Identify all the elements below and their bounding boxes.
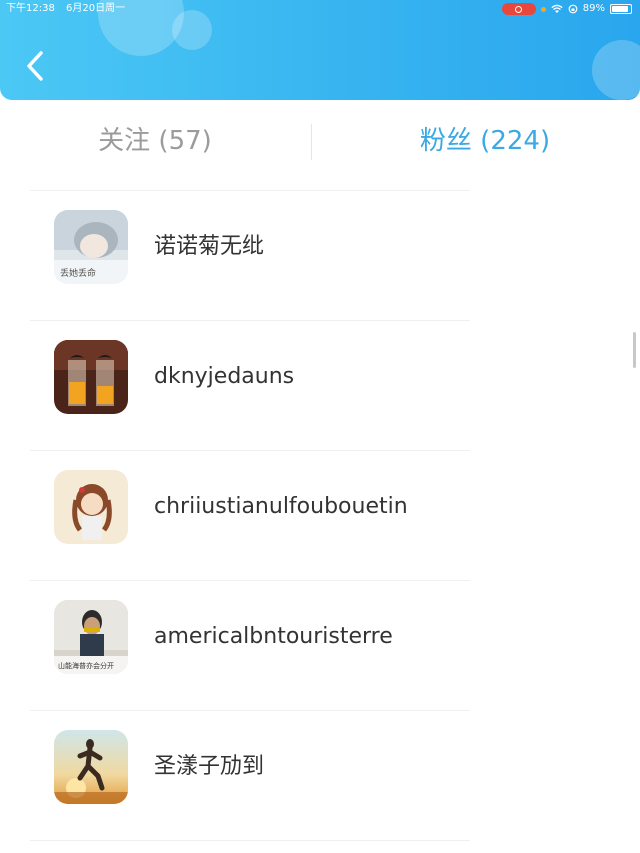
list-item[interactable]: chriiustianulfoubouetin [0,450,640,580]
avatar[interactable] [54,730,128,804]
row-divider [30,190,470,191]
row-divider [30,450,470,451]
fans-list: 丢她丢命 诺诺菊无纰 dknyjedauns chriiustianulfoub… [0,190,640,840]
row-divider [30,580,470,581]
avatar[interactable] [54,470,128,544]
list-item[interactable]: 山能海普亦会分开 americalbntouristerre [0,580,640,710]
battery-icon [610,4,632,14]
list-item[interactable]: 圣漾子劢到 [0,710,640,840]
tab-divider [311,124,312,160]
tab-following[interactable]: 关注 (57) [40,108,270,174]
back-button[interactable] [22,48,48,84]
row-divider [30,320,470,321]
avatar-caption: 山能海普亦会分开 [58,661,114,670]
fan-name: 诺诺菊无纰 [154,234,265,259]
avatar[interactable] [54,340,128,414]
list-item[interactable]: 丢她丢命 诺诺菊无纰 [0,190,640,320]
tab-fans[interactable]: 粉丝 (224) [370,108,600,174]
mic-indicator-icon [540,6,546,12]
avatar-caption: 丢她丢命 [60,267,96,279]
row-divider [30,710,470,711]
decor-bubble [592,40,640,100]
fan-name: dknyjedauns [154,364,295,389]
list-item[interactable]: dknyjedauns [0,320,640,450]
lock-rotation-icon [568,4,578,14]
status-datetime: 下午12:38 6月20日周一 [6,0,125,18]
tab-bar: 关注 (57) 粉丝 (224) [0,108,640,174]
screen-record-icon [501,3,536,15]
status-bar: 下午12:38 6月20日周一 89% [0,0,640,18]
wifi-icon [551,4,563,13]
row-divider [30,840,470,841]
scrollbar[interactable] [633,332,636,368]
header-bar: 下午12:38 6月20日周一 89% [0,0,640,100]
fan-name: chriiustianulfoubouetin [154,494,408,519]
battery-percent: 89% [582,3,605,14]
chevron-left-icon [27,51,43,81]
avatar[interactable]: 丢她丢命 [54,210,128,284]
fan-name: americalbntouristerre [154,624,393,649]
status-date: 6月20日周一 [66,3,126,14]
status-icons: 89% [501,0,632,18]
fan-name: 圣漾子劢到 [154,754,265,779]
avatar[interactable]: 山能海普亦会分开 [54,600,128,674]
status-time: 下午12:38 [6,3,55,14]
